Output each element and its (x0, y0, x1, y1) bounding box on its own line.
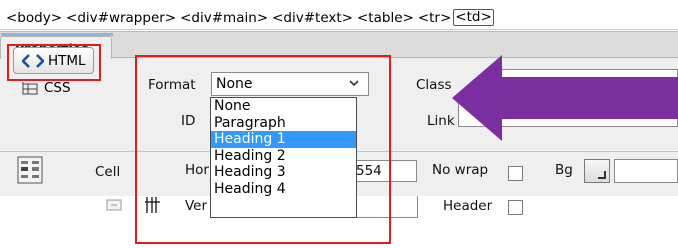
header-checkbox[interactable] (508, 200, 523, 215)
height-input[interactable] (356, 196, 418, 218)
cropped-margin (0, 218, 678, 248)
format-option-heading-3[interactable]: Heading 3 (211, 164, 356, 181)
tag-div-text[interactable]: <div#text> (270, 10, 355, 26)
html-mode-button[interactable]: HTML (13, 47, 94, 74)
format-select[interactable]: None (211, 72, 369, 96)
header-label: Header (443, 198, 493, 214)
vert-label: Ver (185, 198, 208, 214)
tag-body[interactable]: <body> (4, 10, 64, 26)
css-mode-button[interactable]: CSS (22, 80, 71, 96)
css-mode-label: CSS (44, 80, 71, 96)
format-option-paragraph[interactable]: Paragraph (211, 115, 356, 132)
tag-selector: <body> <div#wrapper> <div#main> <div#tex… (4, 9, 494, 26)
bg-color-input[interactable] (614, 159, 678, 183)
format-option-heading-1[interactable]: Heading 1 (211, 131, 356, 148)
tag-td[interactable]: <td> (453, 9, 494, 26)
horz-label: Hor (185, 162, 209, 178)
html-mode-label: HTML (48, 52, 86, 69)
format-option-heading-2[interactable]: Heading 2 (211, 148, 356, 165)
format-dropdown-list: None Paragraph Heading 1 Heading 2 Headi… (210, 97, 357, 218)
vertical-align-icon (145, 197, 160, 213)
css-grid-icon (22, 82, 38, 95)
chevron-down-icon (349, 80, 359, 87)
class-label: Class (416, 77, 452, 93)
format-select-value: None (216, 76, 253, 92)
format-option-none[interactable]: None (211, 98, 356, 115)
annotation-arrow-icon (452, 55, 678, 141)
code-icon (22, 53, 44, 68)
tag-div-main[interactable]: <div#main> (178, 10, 270, 26)
tag-div-wrapper[interactable]: <div#wrapper> (64, 10, 178, 26)
bg-color-swatch[interactable] (584, 159, 610, 183)
no-wrap-checkbox[interactable] (508, 166, 523, 181)
tag-tr[interactable]: <tr> (416, 10, 453, 26)
tag-selector-bar: <body> <div#wrapper> <div#main> <div#tex… (0, 0, 678, 30)
cell-merge-icon[interactable] (17, 156, 43, 184)
no-wrap-label: No wrap (432, 162, 489, 178)
bg-label: Bg (555, 162, 573, 178)
link-label: Link (427, 113, 455, 129)
split-cell-icon[interactable] (106, 199, 122, 211)
format-option-heading-4[interactable]: Heading 4 (211, 181, 356, 198)
width-value: 554 (356, 163, 382, 179)
tag-table[interactable]: <table> (355, 10, 416, 26)
width-input[interactable]: 554 (355, 160, 417, 182)
id-label: ID (181, 113, 196, 129)
format-label: Format (148, 77, 196, 93)
cell-label: Cell (95, 164, 121, 180)
